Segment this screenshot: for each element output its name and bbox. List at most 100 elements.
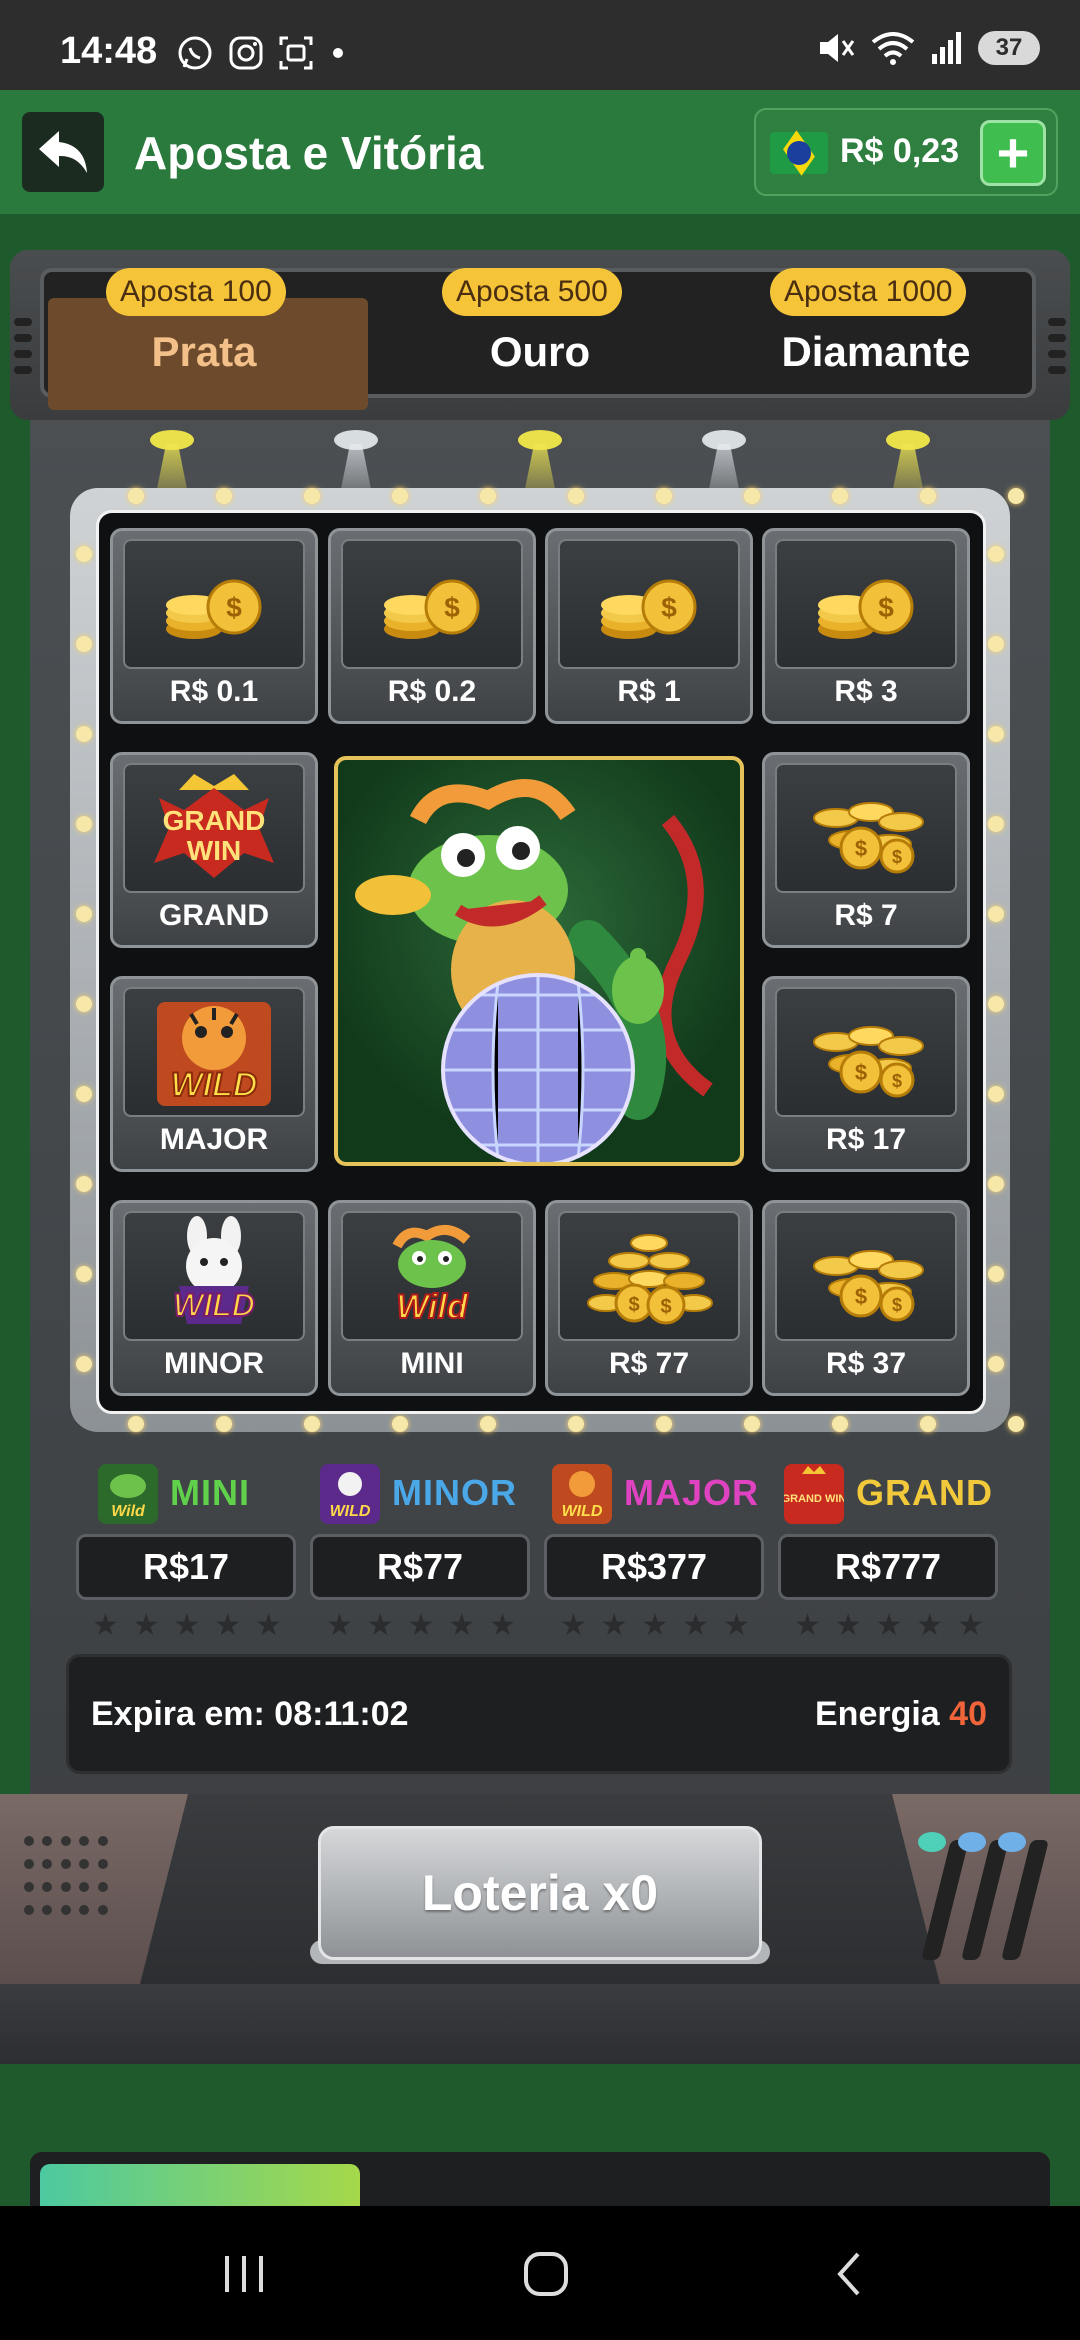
svg-text:$: $ [878, 592, 894, 623]
marquee-bulb [480, 1416, 496, 1432]
svg-text:$: $ [855, 1060, 867, 1085]
back-nav-button[interactable] [810, 2246, 890, 2302]
marquee-bulb [920, 488, 936, 504]
coin-pile-icon: $ $ [775, 1211, 957, 1341]
rabbit-wild-icon: WILD [320, 1464, 380, 1524]
tab-diamante[interactable]: Aposta 1000 Diamante [716, 268, 1036, 402]
prize-label: MAJOR [159, 1123, 269, 1156]
home-button[interactable] [506, 2246, 586, 2302]
jackpot-names: Wild MINI WILD MINOR WILD MAJOR GRAND WI… [74, 1464, 1008, 1524]
marquee-bulb [988, 1176, 1004, 1192]
star-rating: ★ ★ ★ ★ ★ [560, 1609, 750, 1642]
dot-icon [333, 48, 343, 58]
info-bar: Expira em: 08:11:02 Energia 40 [66, 1654, 1012, 1774]
marquee-bulb [988, 1086, 1004, 1102]
lever-knob [918, 1832, 946, 1852]
marquee-bulb [988, 1356, 1004, 1372]
recents-button[interactable] [204, 2246, 284, 2302]
coin-pile-icon: $ $ [775, 763, 957, 893]
home-icon [524, 2252, 568, 2296]
jackpot-name: MAJOR [624, 1472, 760, 1513]
lever-knob [998, 1832, 1026, 1852]
prize-label: R$ 3 [834, 675, 898, 708]
prize-label: MINOR [164, 1347, 264, 1380]
prize-cell: WILD MAJOR [110, 976, 318, 1172]
coin-stack-icon: $ [123, 539, 305, 669]
marquee-bulb [76, 1356, 92, 1372]
speaker-grill [24, 1836, 110, 1922]
prize-cell: $ R$ 1 [545, 528, 753, 724]
star-rating: ★ ★ ★ ★ ★ [326, 1609, 516, 1642]
page-title: Aposta e Vitória [134, 127, 484, 179]
coin-pile-icon: $ $ [775, 987, 957, 1117]
marquee-bulb [988, 996, 1004, 1012]
svg-text:WILD: WILD [330, 1503, 371, 1520]
mute-icon [820, 34, 855, 62]
coin-heap-icon: $ $ [558, 1211, 740, 1341]
lottery-button[interactable]: Loteria x0 [318, 1826, 762, 1960]
coin-stack-icon: $ [775, 539, 957, 669]
marquee-bulb [76, 816, 92, 832]
coin-stack-icon: $ [558, 539, 740, 669]
prize-label: R$ 0.1 [169, 675, 259, 708]
jackpot-major: WILD MAJOR [552, 1464, 782, 1524]
prize-cell: $ $ R$ 7 [762, 752, 970, 948]
marquee-bulb [568, 488, 584, 504]
svg-text:$: $ [892, 1071, 902, 1091]
svg-text:$: $ [661, 592, 677, 623]
svg-text:GRAND WIN: GRAND WIN [784, 1493, 844, 1505]
battery-indicator: 37 [978, 31, 1040, 65]
marquee-bulb [76, 1266, 92, 1282]
lever-knob [958, 1832, 986, 1852]
svg-text:Wild: Wild [111, 1503, 146, 1520]
jackpot-value-grand: R$777 [778, 1534, 998, 1600]
back-button[interactable] [22, 112, 104, 192]
dragon-wild-icon: Wild [341, 1211, 523, 1341]
marquee-bulb [76, 906, 92, 922]
status-time: 14:48 [60, 30, 158, 72]
prize-cell: WILD MINOR [110, 1200, 318, 1396]
svg-text:$: $ [892, 847, 902, 867]
marquee-bulb [392, 1416, 408, 1432]
marquee-bulb [76, 546, 92, 562]
left-grill [14, 318, 32, 378]
svg-text:$: $ [660, 1296, 671, 1318]
recents-icon [225, 2256, 263, 2292]
svg-text:WIN: WIN [187, 835, 241, 866]
tab-ouro[interactable]: Aposta 500 Ouro [380, 268, 700, 402]
jackpot-name: GRAND [856, 1472, 993, 1513]
prize-label: GRAND [159, 899, 269, 932]
wallet-amount: R$ 0,23 [840, 132, 960, 170]
marquee-bulb [656, 488, 672, 504]
back-arrow-icon [39, 131, 87, 173]
svg-text:WILD: WILD [171, 1066, 258, 1104]
energy-value: 40 [949, 1695, 987, 1733]
status-bar: 14:48 37 [0, 0, 1080, 90]
jackpot-minor: WILD MINOR [320, 1464, 550, 1524]
add-funds-button[interactable]: + [980, 120, 1046, 186]
prize-cell: $ $ R$ 17 [762, 976, 970, 1172]
jackpot-value-major: R$377 [544, 1534, 764, 1600]
marquee-bulb [76, 996, 92, 1012]
expiry-timer: Expira em: 08:11:02 [91, 1695, 409, 1733]
marquee-bulb [76, 636, 92, 652]
svg-text:$: $ [892, 1295, 902, 1315]
grand-win-icon: GRAND WIN [782, 1464, 846, 1524]
tiger-wild-icon: WILD [123, 987, 305, 1117]
prize-label: R$ 77 [608, 1347, 690, 1380]
tab-prata[interactable]: Aposta 100 Prata [44, 268, 368, 410]
marquee-bulb [480, 488, 496, 504]
screenshot-icon [279, 36, 313, 70]
prize-label: R$ 7 [834, 899, 898, 932]
marquee-bulb [216, 488, 232, 504]
tier-label: Ouro [489, 328, 591, 375]
instagram-icon [229, 36, 263, 70]
svg-text:$: $ [855, 1284, 867, 1309]
rabbit-wild-icon: WILD [123, 1211, 305, 1341]
marquee-bulb [1008, 1416, 1024, 1432]
system-nav-bar [0, 2206, 1080, 2340]
marquee-bulb [128, 488, 144, 504]
marquee-bulb [744, 1416, 760, 1432]
marquee-bulb [988, 1266, 1004, 1282]
marquee-bulb [76, 1176, 92, 1192]
